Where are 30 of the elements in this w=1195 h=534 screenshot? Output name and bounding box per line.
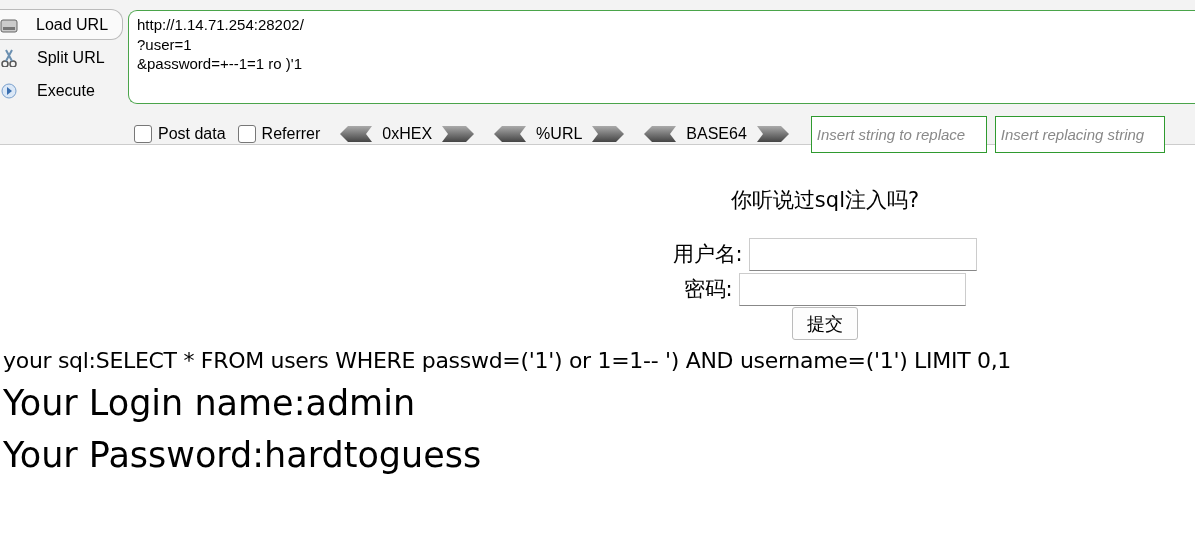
- result-text: Your Password:hardtoguess: [3, 433, 483, 477]
- form-heading: 你听说过sql注入吗?: [729, 187, 921, 214]
- right-arrow-button[interactable]: [592, 126, 625, 142]
- submit-button[interactable]: 提交: [792, 306, 858, 340]
- field-label: 用户名:: [672, 241, 744, 266]
- replace-field[interactable]: Insert replacing string: [994, 115, 1165, 153]
- scissors-icon: [1, 48, 19, 67]
- replace-field[interactable]: Insert string to replace: [810, 115, 987, 153]
- checkbox-label: Referrer: [261, 124, 321, 144]
- result-text: Your Login name:admin: [3, 381, 417, 425]
- execute-url-button[interactable]: Execute: [0, 75, 123, 106]
- left-arrow-button[interactable]: [644, 126, 677, 142]
- username-field[interactable]: [749, 238, 978, 271]
- encoding-label: 0xHEX: [382, 124, 433, 144]
- encoding-label: BASE64: [686, 124, 747, 144]
- password-field[interactable]: [739, 273, 967, 306]
- play-icon: [1, 81, 19, 100]
- checkbox[interactable]: [134, 125, 152, 143]
- url-field[interactable]: http://1.14.71.254:28202/ ?user=1 &password=+--1=1 ro )'1: [128, 10, 1195, 104]
- right-arrow-button[interactable]: [442, 126, 475, 142]
- checkbox[interactable]: [237, 125, 256, 143]
- left-arrow-button[interactable]: [340, 126, 373, 142]
- sql-query-text: your sql:SELECT * FROM users WHERE passwd=('1') or 1=1-- ') AND username=('1') LIMIT 0,1: [3, 346, 1013, 375]
- left-arrow-button[interactable]: [494, 126, 527, 142]
- field-label: 密码:: [683, 276, 734, 301]
- load-url-button[interactable]: Load URL: [0, 9, 123, 40]
- checkbox-label: Post data: [158, 124, 226, 144]
- split-url-button[interactable]: Split URL: [0, 42, 123, 73]
- encoding-label: %URL: [536, 124, 583, 144]
- right-arrow-button[interactable]: [756, 126, 789, 142]
